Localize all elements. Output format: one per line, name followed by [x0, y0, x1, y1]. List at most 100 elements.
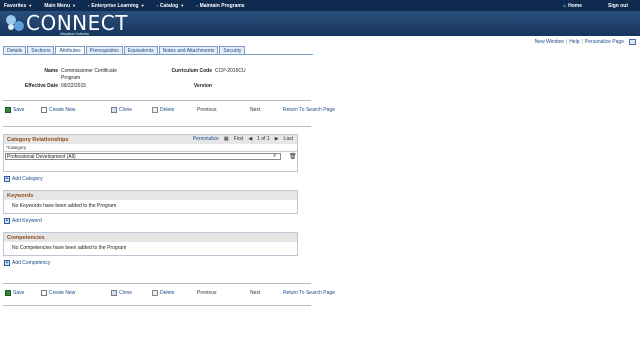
divider — [3, 126, 311, 127]
save-label: Save — [13, 107, 25, 113]
keywords-empty-message: No Keywords have been added to the Progr… — [12, 203, 117, 209]
return-to-search-button[interactable]: Return To Search Page — [283, 107, 335, 113]
next-label: Next — [250, 290, 261, 296]
effective-date-label: Effective Date — [24, 83, 58, 89]
competencies-empty-message: No Competencies have been added to the P… — [12, 245, 127, 251]
competencies-section: Competencies No Competencies have been a… — [3, 232, 298, 256]
grid-icon[interactable] — [629, 39, 636, 45]
add-keyword-label: Add Keyword — [12, 218, 42, 224]
next-button[interactable]: Next — [250, 107, 260, 113]
table-row: Professional Development (All) ⌕ 🗑 — [4, 152, 297, 162]
save-button[interactable]: Save — [5, 290, 24, 296]
trash-icon — [152, 290, 158, 296]
logo-mark-icon — [6, 15, 24, 31]
competencies-title: Competencies — [7, 234, 45, 241]
name-label: Name — [44, 68, 58, 74]
nav-catalog[interactable]: › Catalog ▼ — [157, 3, 185, 9]
tab-attributes[interactable]: Attributes — [55, 46, 85, 54]
nav-catalog-label: Catalog — [159, 2, 179, 9]
category-input[interactable]: Professional Development (All) — [5, 153, 281, 160]
return-label: Return To Search Page — [283, 107, 335, 113]
category-grid-title: Category Relationships — [7, 136, 69, 143]
name-value-line1: Commissioner Certificate — [61, 68, 117, 74]
tab-divider — [3, 54, 313, 55]
chevron-down-icon: ▼ — [28, 3, 33, 8]
tab-prerequisites[interactable]: Prerequisites — [85, 46, 123, 54]
divider — [3, 305, 311, 306]
personalize-page-link[interactable]: Personalize Page — [585, 39, 624, 45]
action-toolbar-bottom: Save Create New Clone Delete Previous Ne… — [5, 290, 345, 300]
chevron-right-icon: › — [88, 3, 90, 8]
effective-date-value: 09/22/2015 — [61, 83, 87, 89]
nav-maintain-programs[interactable]: › Maintain Programs — [196, 3, 244, 9]
previous-label: Previous — [197, 107, 217, 113]
keywords-title: Keywords — [7, 192, 34, 199]
nav-enterprise-learning[interactable]: › Enterprise Learning ▼ — [88, 3, 145, 9]
page-tabs: Details Sections Attributes Prerequisite… — [3, 46, 246, 54]
tab-equivalents[interactable]: Equivalents — [123, 46, 158, 54]
logo-subtitle: Maryland Judiciary — [60, 32, 90, 36]
grid-first-link[interactable]: First — [234, 136, 244, 142]
tab-details[interactable]: Details — [3, 46, 27, 54]
home-link[interactable]: ⌂ Home — [563, 3, 582, 9]
clone-label: Clone — [119, 107, 133, 113]
delete-button[interactable]: Delete — [152, 107, 174, 113]
home-label: Home — [568, 2, 582, 9]
prev-arrow-icon[interactable]: ◀ — [248, 136, 252, 142]
plus-icon: + — [4, 218, 10, 224]
help-link[interactable]: Help — [569, 39, 579, 45]
grid-personalize-link[interactable]: Personalize — [193, 136, 219, 142]
clone-icon — [111, 107, 117, 113]
nav-enterprise-learning-label: Enterprise Learning — [91, 2, 139, 9]
delete-label: Delete — [160, 290, 175, 296]
tab-security[interactable]: Security — [219, 46, 246, 54]
next-arrow-icon[interactable]: ▶ — [275, 136, 279, 142]
add-keyword-link[interactable]: + Add Keyword — [4, 218, 42, 224]
tab-notes-and-attachments[interactable]: Notes and Attachments — [158, 46, 219, 54]
previous-label: Previous — [197, 290, 217, 296]
delete-button[interactable]: Delete — [152, 290, 174, 296]
top-nav-bar: Favorites ▼ Main Menu ▼ › Enterprise Learni… — [0, 0, 640, 11]
name-value-line2: Program — [61, 75, 81, 81]
chevron-right-icon: › — [196, 3, 198, 8]
previous-button[interactable]: Previous — [197, 290, 216, 296]
nav-main-menu[interactable]: Main Menu ▼ — [44, 3, 76, 9]
keywords-section: Keywords No Keywords have been added to … — [3, 190, 298, 214]
new-window-link[interactable]: New Window — [535, 39, 564, 45]
chevron-down-icon: ▼ — [180, 3, 185, 8]
chevron-down-icon: ▼ — [72, 3, 77, 8]
create-new-button[interactable]: Create New — [41, 107, 75, 113]
nav-main-menu-label: Main Menu — [44, 2, 71, 9]
category-relationships-grid: Category Relationships Personalize ▦ Fir… — [3, 134, 298, 172]
grid-last-link[interactable]: Last — [284, 136, 293, 142]
divider — [3, 283, 311, 284]
next-button[interactable]: Next — [250, 290, 260, 296]
delete-row-icon[interactable]: 🗑 — [289, 153, 297, 160]
add-competency-label: Add Competency — [12, 260, 51, 266]
next-label: Next — [250, 107, 261, 113]
search-icon[interactable]: ⌕ — [273, 153, 276, 160]
grid-view-icon[interactable]: ▦ — [224, 136, 229, 142]
keywords-header: Keywords — [4, 191, 297, 200]
add-category-link[interactable]: + Add Category — [4, 176, 43, 182]
clone-button[interactable]: Clone — [111, 290, 132, 296]
signout-link[interactable]: Sign out — [608, 3, 628, 9]
logo-title: CONNECT — [26, 11, 128, 35]
create-new-button[interactable]: Create New — [41, 290, 75, 296]
grid-range-text: 1 of 1 — [257, 136, 270, 142]
divider — [3, 100, 311, 101]
return-to-search-button[interactable]: Return To Search Page — [283, 290, 335, 296]
save-icon — [5, 290, 11, 296]
connect-logo: CONNECT Maryland Judiciary — [4, 11, 128, 36]
tab-sections[interactable]: Sections — [27, 46, 55, 54]
previous-button[interactable]: Previous — [197, 107, 216, 113]
add-competency-link[interactable]: + Add Competency — [4, 260, 50, 266]
signout-label: Sign out — [608, 2, 628, 9]
nav-favorites[interactable]: Favorites ▼ — [4, 3, 32, 9]
create-new-label: Create New — [49, 107, 76, 113]
save-button[interactable]: Save — [5, 107, 24, 113]
clone-button[interactable]: Clone — [111, 107, 132, 113]
clone-icon — [111, 290, 117, 296]
add-category-label: Add Category — [12, 176, 43, 182]
new-document-icon — [41, 107, 47, 113]
